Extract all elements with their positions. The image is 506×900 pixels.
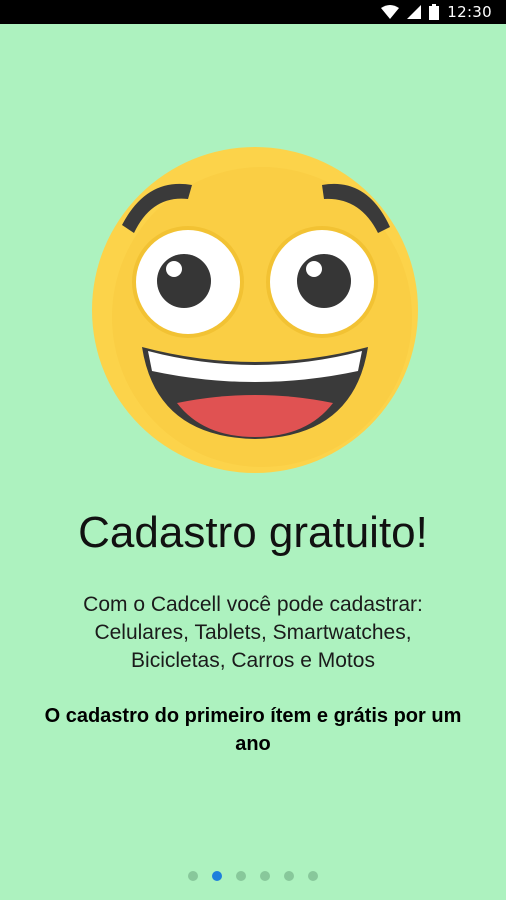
onboarding-title: Cadastro gratuito! bbox=[78, 508, 428, 557]
signal-icon bbox=[407, 5, 422, 19]
status-time: 12:30 bbox=[447, 3, 492, 21]
description-line: Celulares, Tablets, Smartwatches, bbox=[94, 621, 412, 644]
status-bar: 12:30 bbox=[0, 0, 506, 24]
description-line: Com o Cadcell você pode cadastrar: bbox=[83, 593, 423, 616]
page-dot[interactable] bbox=[260, 871, 270, 881]
description-line: Bicicletas, Carros e Motos bbox=[131, 649, 375, 672]
page-dot[interactable] bbox=[284, 871, 294, 881]
onboarding-description: Com o Cadcell você pode cadastrar: Celul… bbox=[0, 591, 506, 675]
onboarding-note: O cadastro do primeiro ítem e grátis por… bbox=[44, 705, 462, 755]
page-dot[interactable] bbox=[236, 871, 246, 881]
page-dot[interactable] bbox=[308, 871, 318, 881]
grinning-emoji-icon bbox=[92, 147, 418, 473]
page-dot-active[interactable] bbox=[212, 871, 222, 881]
battery-icon bbox=[429, 4, 440, 20]
page-indicator bbox=[0, 871, 506, 883]
wifi-icon bbox=[381, 5, 400, 19]
page-dot[interactable] bbox=[188, 871, 198, 881]
